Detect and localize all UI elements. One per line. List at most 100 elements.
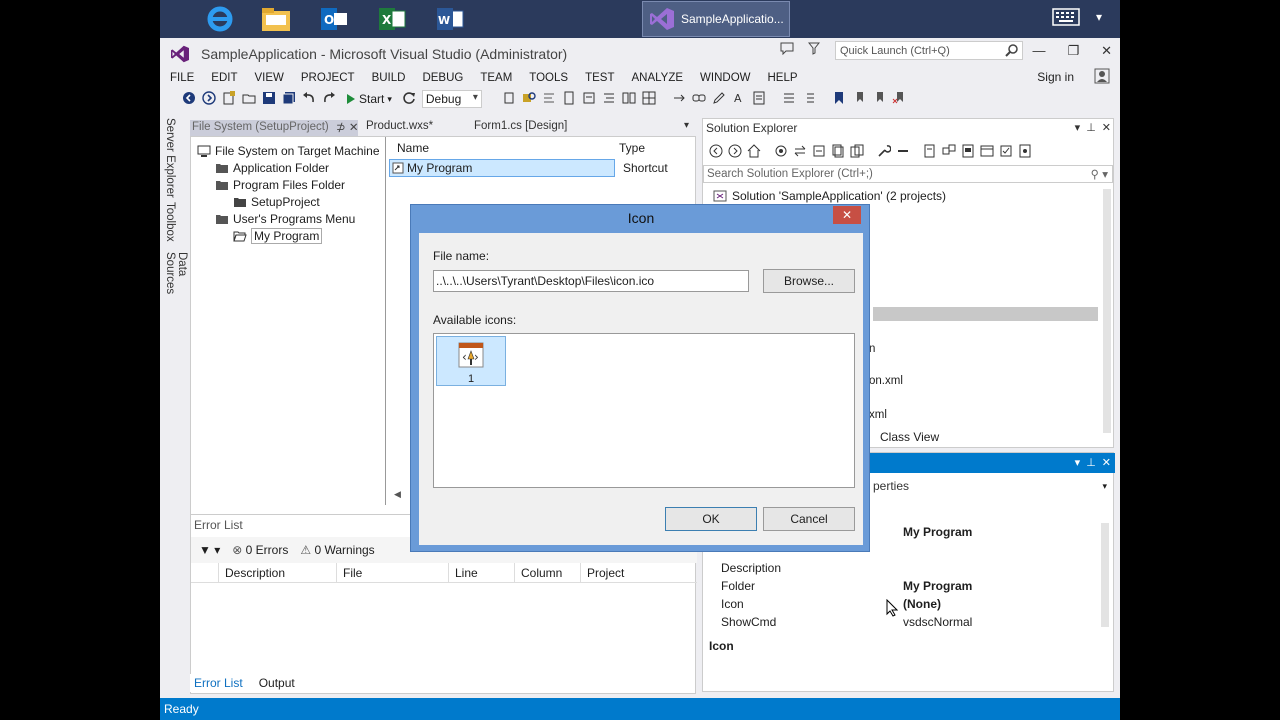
close-window-button[interactable]: ✕ <box>1101 43 1112 59</box>
cancel-button[interactable]: Cancel <box>763 507 855 531</box>
edit-icon[interactable] <box>712 91 726 108</box>
indent-icon[interactable] <box>802 91 816 108</box>
keyboard-icon[interactable] <box>1052 8 1080 26</box>
account-icon[interactable] <box>1094 68 1110 84</box>
column-line[interactable]: Line <box>449 563 515 582</box>
tree-fragment[interactable]: on.xml <box>869 375 903 387</box>
undo-icon[interactable] <box>302 91 316 108</box>
copy-icon[interactable] <box>850 144 864 161</box>
toolbox-tab[interactable]: Toolbox <box>164 202 176 242</box>
grid-icon[interactable] <box>642 91 656 108</box>
save-all-icon[interactable] <box>282 91 296 108</box>
menu-edit[interactable]: EDIT <box>211 72 237 84</box>
tab-form1-design[interactable]: Form1.cs [Design] <box>474 120 567 132</box>
scroll-left-icon[interactable]: ◀ <box>394 489 401 500</box>
excel-icon[interactable]: X <box>370 3 414 35</box>
tab-output[interactable]: Output <box>255 674 299 692</box>
filter-icon[interactable] <box>807 42 821 58</box>
menu-test[interactable]: TEST <box>585 72 614 84</box>
solution-configuration-select[interactable]: Debug <box>421 90 482 108</box>
bookmark-icon[interactable] <box>832 91 846 108</box>
file-types-icon[interactable] <box>961 144 975 161</box>
outlook-icon[interactable]: O <box>312 3 356 35</box>
start-debugging-button[interactable]: Start ▾ <box>346 92 392 106</box>
next-bookmark-icon[interactable] <box>872 91 886 108</box>
property-row[interactable]: ShowCmd vsdscNormal <box>703 613 1115 631</box>
solution-scrollbar[interactable] <box>1103 189 1111 433</box>
ok-button[interactable]: OK <box>665 507 757 531</box>
text-icon[interactable]: A <box>732 91 746 108</box>
tree-item-users-programs-menu[interactable]: User's Programs Menu <box>191 210 385 227</box>
menu-team[interactable]: TEAM <box>480 72 512 84</box>
column-column[interactable]: Column <box>515 563 581 582</box>
tree-item-root[interactable]: File System on Target Machine <box>191 142 385 159</box>
column-project[interactable]: Project <box>581 563 691 582</box>
new-project-icon[interactable] <box>222 90 236 108</box>
link-icon[interactable] <box>692 91 706 108</box>
sync-icon[interactable] <box>774 144 788 161</box>
wrench-icon[interactable] <box>877 144 891 161</box>
menu-file[interactable]: FILE <box>170 72 194 84</box>
prev-bookmark-icon[interactable] <box>852 91 866 108</box>
file-search-icon[interactable] <box>923 144 937 161</box>
connect-icon[interactable] <box>672 91 686 108</box>
quick-launch-input[interactable]: Quick Launch (Ctrl+Q) <box>835 41 1023 60</box>
column-description[interactable]: Description <box>219 563 337 582</box>
dialog-close-button[interactable]: ✕ <box>833 206 861 224</box>
warnings-toggle[interactable]: ⚠ 0 Warnings <box>300 543 374 557</box>
show-all-files-icon[interactable] <box>831 144 845 161</box>
tabs-dropdown-icon[interactable]: ▾ <box>684 120 689 131</box>
sign-in-link[interactable]: Sign in <box>1037 70 1074 84</box>
tree-item-setupproject[interactable]: SetupProject <box>191 193 385 210</box>
properties-object-selector[interactable]: perties <box>873 479 909 493</box>
tree-item-program-files-folder[interactable]: Program Files Folder <box>191 176 385 193</box>
minus-icon[interactable] <box>896 144 910 161</box>
folder-icon[interactable] <box>254 3 298 35</box>
page-icon[interactable] <box>582 91 596 108</box>
property-row[interactable]: Folder My Program <box>703 577 1115 595</box>
collapse-icon[interactable] <box>812 144 826 161</box>
tab-class-view[interactable]: Class View <box>880 430 939 444</box>
pin-icon[interactable]: ⊥ <box>1086 456 1096 469</box>
panel-menu-icon[interactable]: ▾ <box>1075 121 1081 134</box>
refresh-icon[interactable] <box>793 144 807 161</box>
list-item[interactable]: My Program Shortcut <box>389 159 695 177</box>
menu-debug[interactable]: DEBUG <box>422 72 463 84</box>
tree-fragment[interactable]: xml <box>869 409 887 421</box>
solution-root-node[interactable]: Solution 'SampleApplication' (2 projects… <box>713 189 946 203</box>
back-icon[interactable] <box>709 144 723 161</box>
column-file[interactable]: File <box>337 563 449 582</box>
refresh-icon[interactable] <box>402 91 416 108</box>
chevron-down-icon[interactable]: ▾ <box>1102 481 1107 492</box>
forward-icon[interactable] <box>202 90 216 108</box>
tree-item-my-program[interactable]: My Program <box>191 227 385 244</box>
align-icon[interactable] <box>602 91 616 108</box>
tab-file-system[interactable]: File System (SetupProject) <box>190 120 358 136</box>
server-explorer-tab[interactable]: Server Explorer <box>164 118 176 198</box>
custom-actions-icon[interactable] <box>999 144 1013 161</box>
user-interface-icon[interactable] <box>980 144 994 161</box>
redo-icon[interactable] <box>322 91 336 108</box>
clear-bookmarks-icon[interactable] <box>892 91 906 108</box>
back-icon[interactable] <box>182 91 196 108</box>
properties-scrollbar[interactable] <box>1101 523 1109 627</box>
registry-icon[interactable] <box>942 144 956 161</box>
find-in-files-icon[interactable] <box>522 91 536 108</box>
list-icon[interactable] <box>782 91 796 108</box>
column-type[interactable]: Type <box>619 141 645 155</box>
panel-menu-icon[interactable]: ▾ <box>1075 456 1081 469</box>
menu-window[interactable]: WINDOW <box>700 72 750 84</box>
property-row[interactable]: Icon (None) <box>703 595 1115 613</box>
restore-button[interactable]: ❐ <box>1067 43 1079 59</box>
icon-option[interactable]: ‹ › 1 <box>436 336 506 386</box>
solution-search-input[interactable]: Search Solution Explorer (Ctrl+;) ⚲ ▾ <box>703 165 1113 183</box>
format-icon[interactable] <box>542 91 556 108</box>
menu-analyze[interactable]: ANALYZE <box>631 72 683 84</box>
ie-icon[interactable] <box>198 3 242 35</box>
filter-icon[interactable]: ▼ ▾ <box>199 543 220 557</box>
menu-build[interactable]: BUILD <box>372 72 406 84</box>
tab-error-list[interactable]: Error List <box>190 674 247 692</box>
tray-chevron-icon[interactable]: ▾ <box>1096 10 1102 24</box>
tab-product-wxs[interactable]: Product.wxs* <box>366 120 433 132</box>
menu-help[interactable]: HELP <box>768 72 798 84</box>
